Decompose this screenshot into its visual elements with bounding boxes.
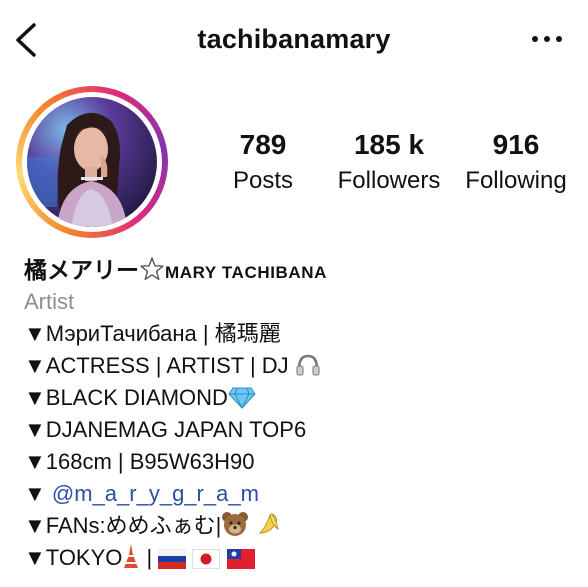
followers-label: Followers [337,167,441,194]
followers-count: 185 k [353,129,425,160]
taiwan-flag-icon [226,549,255,569]
bio-separator: | [146,545,153,570]
avatar[interactable] [27,97,157,227]
bio-line-diamond: ▼BLACK DIAMOND [24,382,576,414]
following-count: 916 [492,129,540,160]
bio-roles-text: ▼ACTRESS | ARTIST | DJ [24,353,289,378]
bio-line-roles: ▼ACTRESS | ARTIST | DJ [24,350,576,382]
following-label: Following [465,167,567,194]
profile-bio: 橘メアリー MARY TACHIBANA Artist ▼МэриТачибана… [24,254,576,574]
profile-username: tachibanamary [197,24,391,54]
bear-icon [222,512,249,536]
bio-line-measurements: ▼168cm | B95W63H90 [24,449,255,474]
gem-icon [228,387,256,409]
display-name-jp: 橘メアリー [24,257,139,283]
star-icon [140,257,164,280]
bio-line-tokyo: ▼TOKYO | [24,542,576,574]
mention-link[interactable]: @m_a_r_y_g_r_a_m [52,481,259,506]
bio-line-names: ▼МэриТачибана | 橘瑪麗 [24,321,281,346]
display-name-en: MARY TACHIBANA [165,263,328,282]
more-dots-icon[interactable] [530,32,564,46]
profile-category: Artist [24,289,75,314]
banana-icon [258,513,279,534]
headphones-icon [296,354,320,376]
tokyo-tower-icon [124,544,139,568]
bio-line-fans: ▼FANs:めめふぁむ| [24,510,576,542]
bio-line-mention: ▼ @m_a_r_y_g_r_a_m [24,478,576,510]
bio-diamond-text: ▼BLACK DIAMOND [24,385,228,410]
display-name: 橘メアリー MARY TACHIBANA [24,254,576,286]
russia-flag-icon [158,549,187,569]
bio-line-ranking: ▼DJANEMAG JAPAN TOP6 [24,417,307,442]
stat-following[interactable]: 916 Following [458,128,574,196]
posts-label: Posts [232,167,294,194]
bio-fans-text: ▼FANs:めめふぁむ| [24,513,222,538]
japan-flag-icon [192,549,221,569]
posts-count: 789 [239,129,287,160]
stat-posts[interactable]: 789 Posts [222,128,304,196]
stat-followers[interactable]: 185 k Followers [334,128,444,196]
story-ring[interactable] [16,86,168,238]
mention-prefix: ▼ [24,481,46,506]
top-bar: tachibanamary [0,0,588,80]
bio-tokyo-text: ▼TOKYO [24,545,123,570]
